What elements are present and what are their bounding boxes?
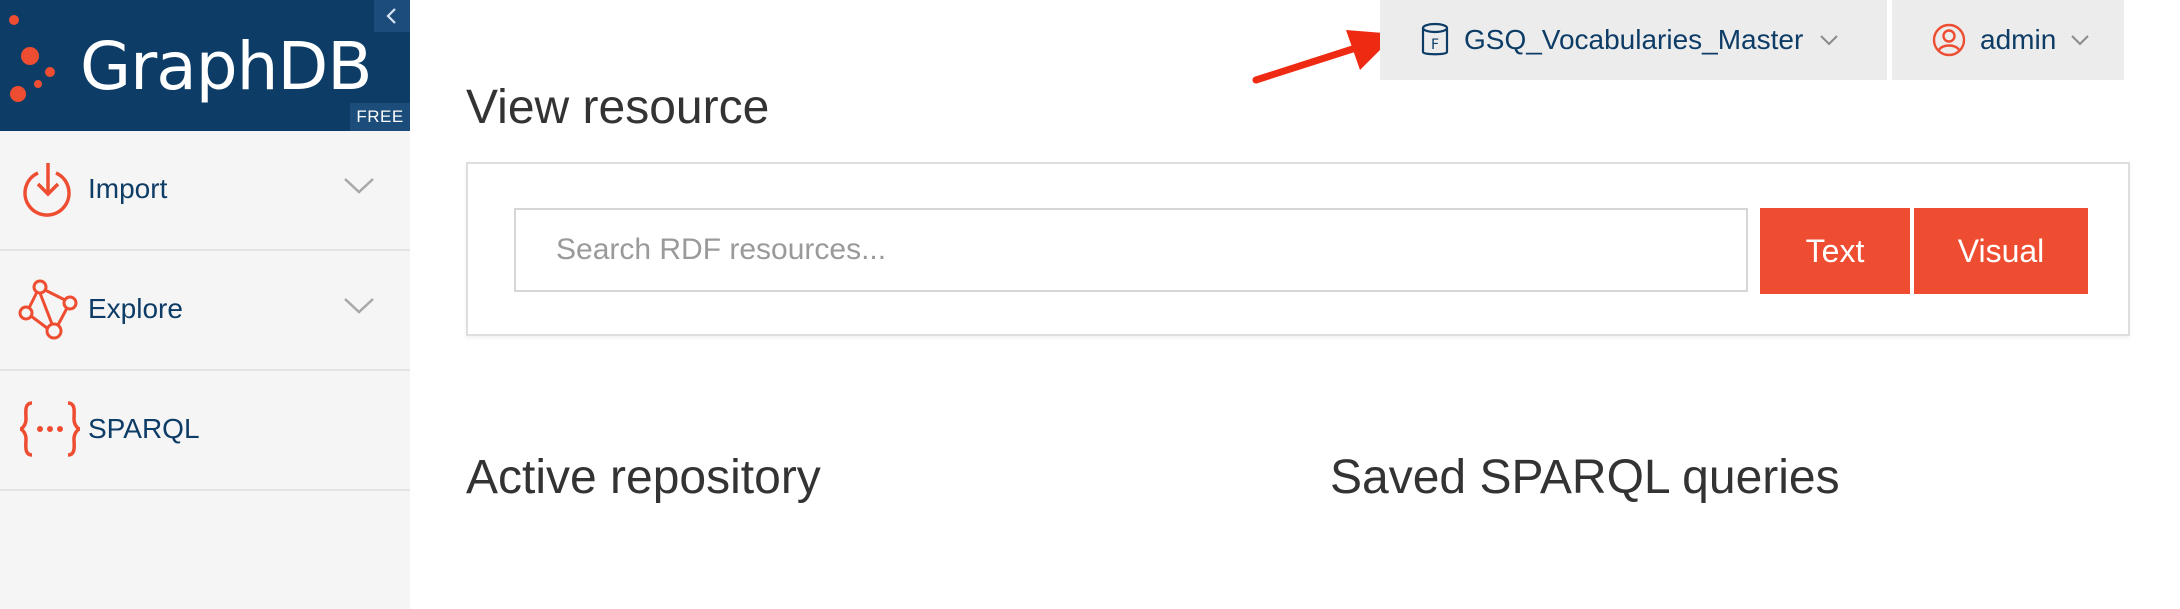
chevron-down-icon — [344, 298, 374, 314]
active-repository-heading: Active repository — [466, 451, 821, 504]
repository-name: GSQ_Vocabularies_Master — [1464, 24, 1804, 55]
edition-badge: FREE — [350, 103, 410, 131]
visual-search-button[interactable]: Visual — [1914, 208, 2088, 294]
chevron-down-icon — [344, 178, 374, 194]
user-name: admin — [1980, 24, 2057, 55]
chevron-down-icon — [2071, 35, 2089, 46]
repository-icon: F — [1421, 22, 1449, 56]
brand-name: GraphDB — [80, 28, 373, 105]
sidebar-item-label: Explore — [88, 293, 183, 324]
brand-header: GraphDB FREE — [0, 0, 410, 131]
chevron-down-icon — [1820, 35, 1838, 46]
user-icon — [1932, 23, 1966, 57]
annotation-arrow-icon — [1252, 30, 1396, 84]
chevron-left-icon — [386, 8, 396, 24]
sidebar-item-import[interactable]: Import — [0, 131, 410, 251]
sidebar-item-label: Import — [88, 173, 168, 204]
sidebar-item-explore[interactable]: Explore — [0, 251, 410, 371]
text-search-button[interactable]: Text — [1760, 208, 1910, 294]
explore-graph-icon — [18, 279, 78, 340]
view-resource-heading: View resource — [466, 81, 770, 134]
saved-queries-heading: Saved SPARQL queries — [1330, 451, 1840, 504]
repository-selector[interactable]: F GSQ_Vocabularies_Master — [1380, 0, 1887, 80]
svg-text:F: F — [1431, 37, 1439, 53]
collapse-sidebar-button[interactable] — [374, 0, 410, 32]
user-menu[interactable]: admin — [1892, 0, 2124, 80]
import-icon — [23, 163, 71, 217]
graphdb-logo-icon — [9, 15, 55, 102]
search-input[interactable] — [514, 208, 1748, 292]
sidebar: GraphDB FREE Import Explore SPARQL — [0, 0, 410, 609]
search-panel: Text Visual — [466, 162, 2130, 336]
sidebar-item-sparql[interactable]: SPARQL — [0, 371, 410, 491]
sparql-braces-icon — [19, 401, 81, 457]
sidebar-item-label: SPARQL — [88, 413, 200, 444]
sidebar-item-next[interactable] — [0, 491, 410, 609]
